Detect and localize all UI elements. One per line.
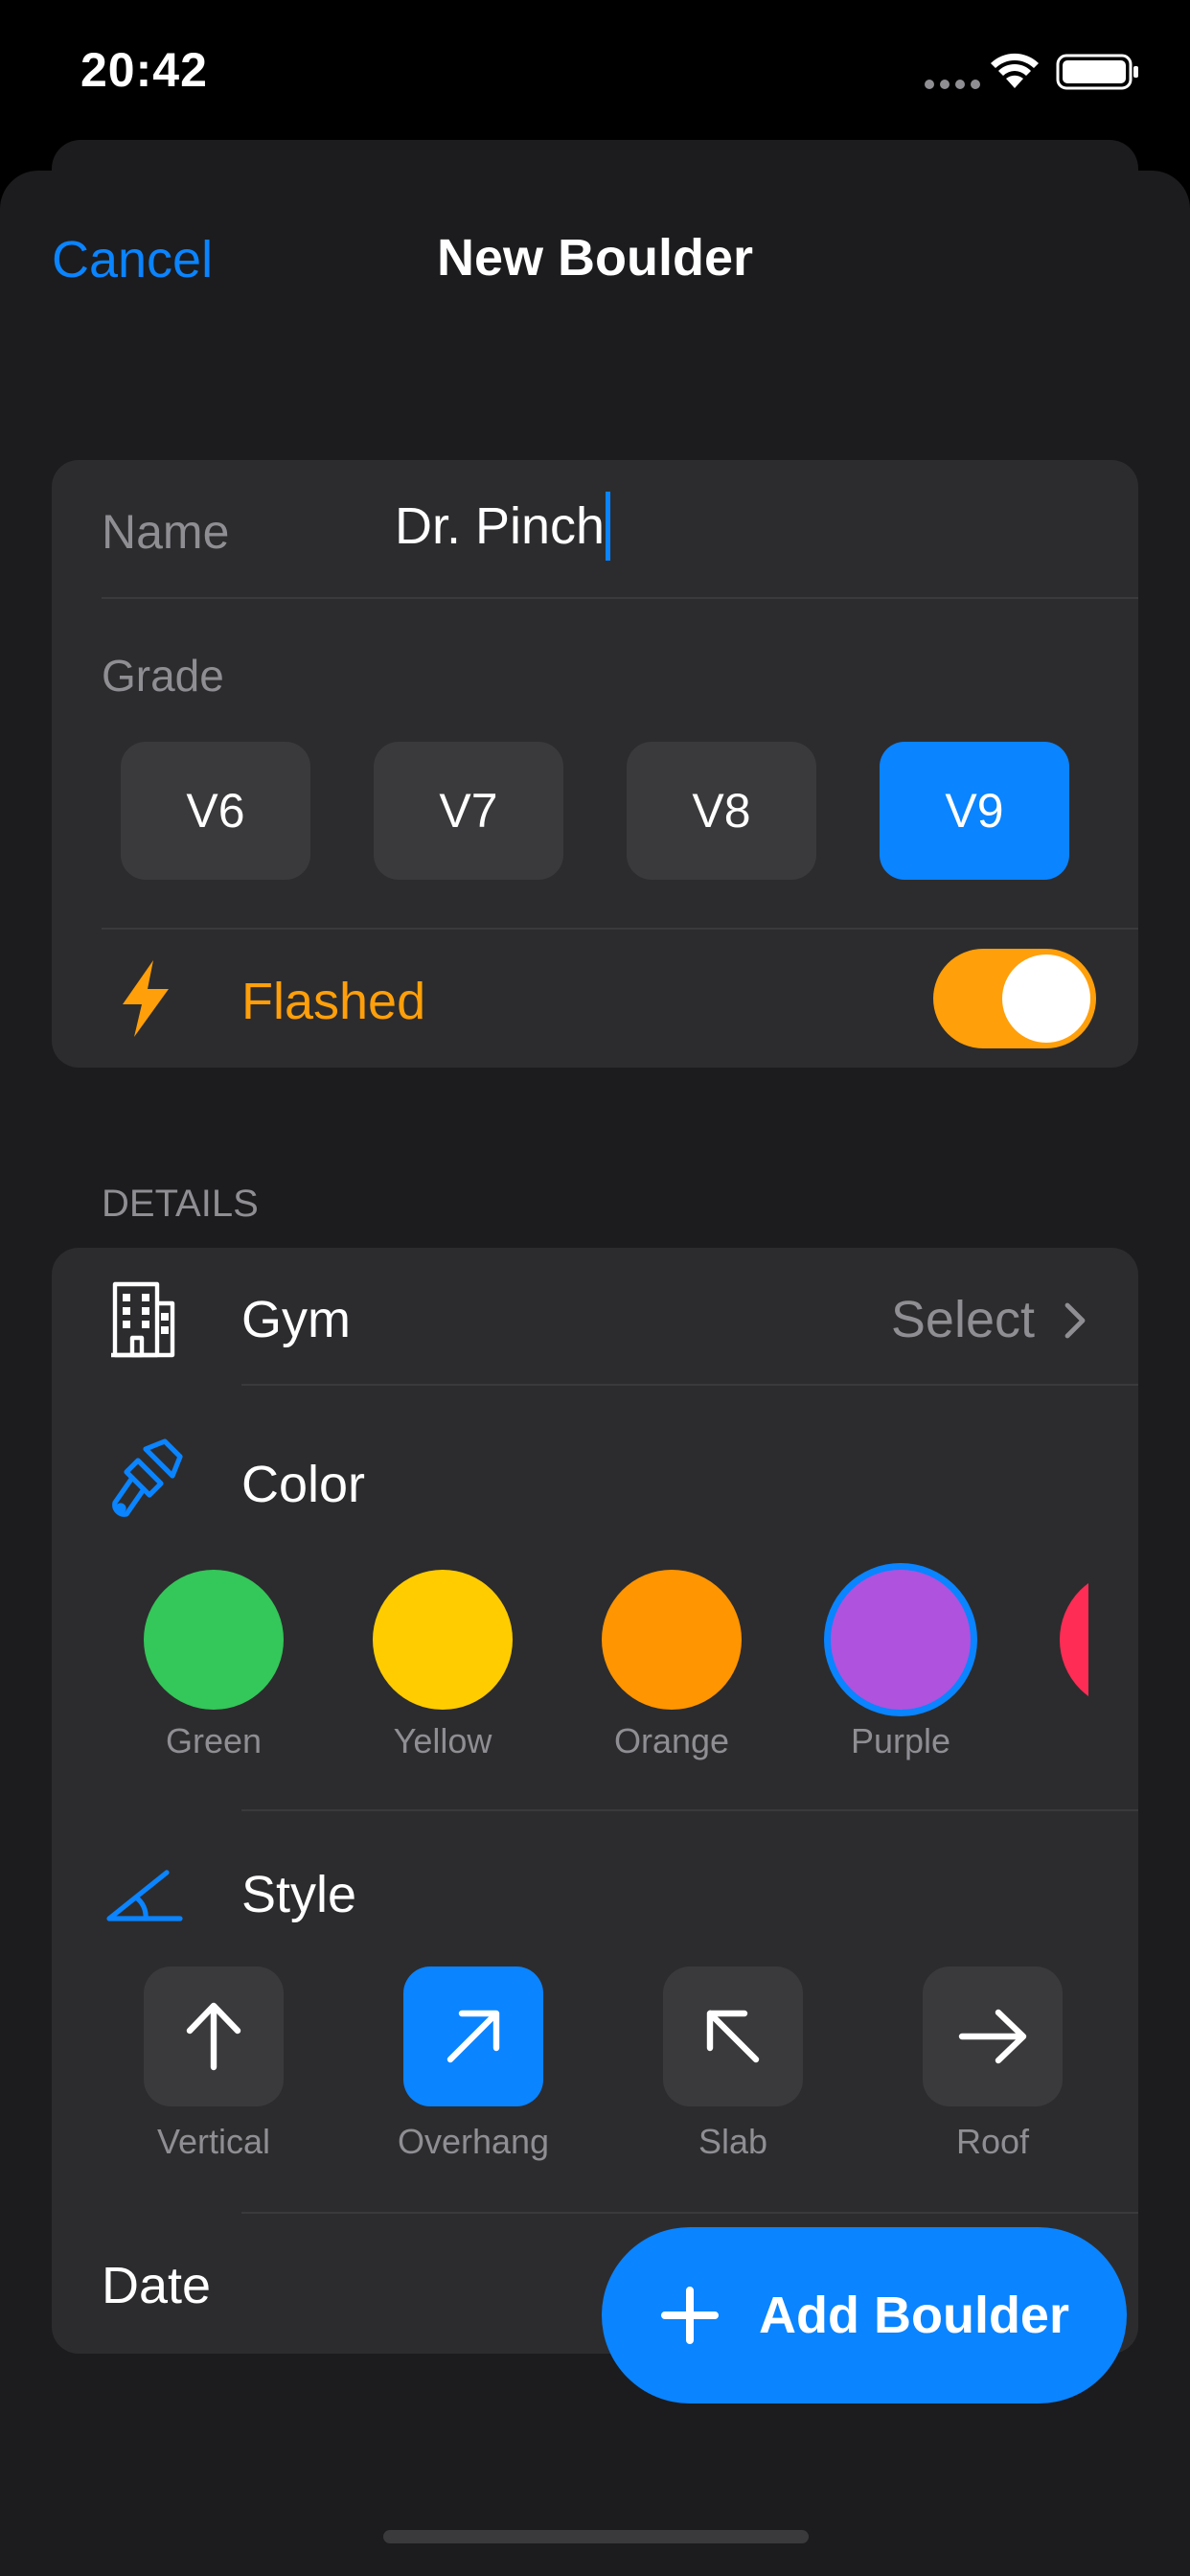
- color-label-yellow: Yellow: [393, 1721, 492, 1760]
- divider: [241, 1384, 1138, 1386]
- home-indicator[interactable]: [383, 2530, 809, 2543]
- style-label-vertical: Vertical: [156, 2122, 271, 2161]
- style-label-overhang: Overhang: [397, 2122, 550, 2161]
- paintbrush-icon: [112, 1438, 183, 1517]
- angle-icon: [106, 1870, 183, 1921]
- style-option-roof[interactable]: [923, 1966, 1063, 2106]
- style-label-roof: Roof: [955, 2122, 1030, 2161]
- grade-option-v8[interactable]: V8: [627, 742, 816, 880]
- color-label-green: Green: [165, 1721, 263, 1760]
- color-swatch-green[interactable]: [144, 1570, 284, 1710]
- text-cursor: [606, 492, 611, 561]
- divider: [241, 2212, 1138, 2214]
- flashed-label: Flashed: [241, 973, 426, 1030]
- grade-label: Grade: [102, 651, 224, 701]
- style-option-slab[interactable]: [663, 1966, 803, 2106]
- arrow-up-icon: [186, 2002, 241, 2071]
- divider: [241, 1809, 1138, 1811]
- plus-icon: [661, 2287, 719, 2344]
- style-option-overhang[interactable]: [403, 1966, 543, 2106]
- style-label: Style: [241, 1866, 357, 1923]
- arrow-up-left-icon: [706, 2010, 760, 2063]
- grade-option-v9[interactable]: V9: [880, 742, 1069, 880]
- gym-label: Gym: [241, 1291, 351, 1348]
- style-option-vertical[interactable]: [144, 1966, 284, 2106]
- color-label-purple: Purple: [850, 1721, 951, 1760]
- bolt-icon: [123, 960, 169, 1037]
- add-boulder-label: Add Boulder: [759, 2287, 1069, 2344]
- date-label[interactable]: Date: [102, 2256, 211, 2315]
- status-icons: [925, 53, 1138, 90]
- color-swatch-yellow[interactable]: [373, 1570, 513, 1710]
- add-boulder-button[interactable]: Add Boulder: [602, 2227, 1127, 2404]
- chevron-right-icon: [1064, 1302, 1086, 1339]
- flashed-toggle[interactable]: [933, 949, 1096, 1048]
- color-label-orange: Orange: [613, 1721, 730, 1760]
- details-card: [52, 1248, 1138, 2354]
- signal-icon: [925, 80, 980, 89]
- name-label: Name: [102, 505, 230, 559]
- wifi-icon: [991, 53, 1039, 88]
- color-picker-scroll[interactable]: Green Yellow Orange Purple: [52, 1552, 1088, 1782]
- building-icon: [111, 1281, 175, 1358]
- status-time: 20:42: [80, 43, 208, 97]
- divider: [102, 597, 1138, 599]
- color-swatch-red-partial[interactable]: [1060, 1570, 1088, 1710]
- gym-value: Select: [890, 1291, 1035, 1348]
- arrow-right-icon: [958, 2009, 1027, 2064]
- name-field[interactable]: Dr. Pinch: [395, 487, 611, 565]
- color-swatch-orange[interactable]: [602, 1570, 742, 1710]
- grade-option-v7[interactable]: V7: [374, 742, 563, 880]
- color-label: Color: [241, 1456, 366, 1513]
- cancel-button[interactable]: Cancel: [52, 230, 213, 289]
- details-section-title: DETAILS: [102, 1183, 259, 1225]
- grade-option-v6[interactable]: V6: [121, 742, 310, 880]
- color-swatch-purple-selected[interactable]: [831, 1570, 971, 1710]
- arrow-up-right-icon: [446, 2010, 500, 2063]
- toggle-knob: [1002, 954, 1090, 1043]
- divider: [102, 928, 1138, 930]
- style-label-slab: Slab: [698, 2122, 768, 2161]
- battery-icon: [1056, 54, 1138, 90]
- name-field-value: Dr. Pinch: [395, 497, 606, 555]
